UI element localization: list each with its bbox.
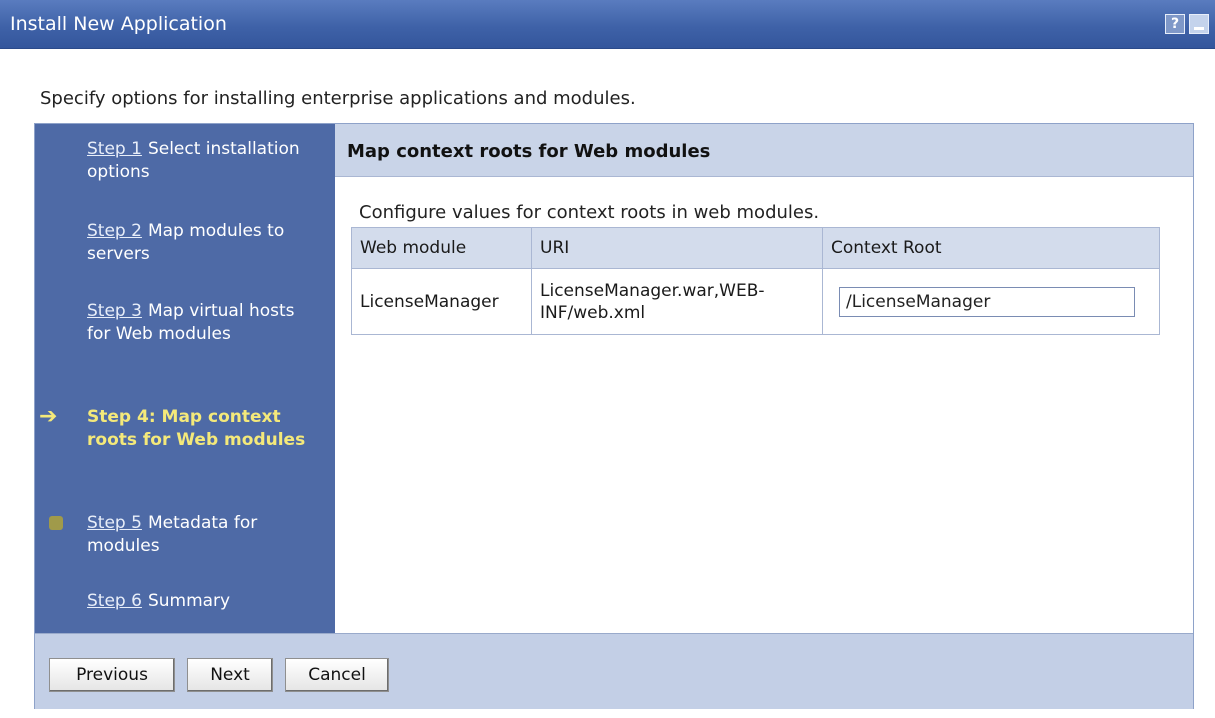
- step-2[interactable]: Step 2 Map modules to servers: [87, 220, 323, 266]
- uri-text: LicenseManager.war,WEB-INF/web.xml: [540, 280, 765, 323]
- step-4-current: Step 4: Map context roots for Web module…: [87, 407, 306, 450]
- step-6[interactable]: Step 6 Summary: [87, 590, 323, 613]
- minimize-icon[interactable]: [1189, 14, 1209, 34]
- window-title: Install New Application: [10, 13, 227, 35]
- content-heading: Map context roots for Web modules: [347, 141, 711, 162]
- column-header-web-module: Web module: [351, 227, 532, 269]
- step-2-link[interactable]: Step 2: [87, 221, 142, 241]
- install-wizard: Step 1 Select installation options Step 2…: [34, 123, 1194, 709]
- cancel-button[interactable]: Cancel: [285, 658, 389, 692]
- next-button[interactable]: Next: [187, 658, 273, 692]
- column-header-context-root: Context Root: [822, 227, 1160, 269]
- step-5-link[interactable]: Step 5: [87, 513, 142, 533]
- column-header-uri: URI: [531, 227, 823, 269]
- cell-uri: LicenseManager.war,WEB-INF/web.xml: [531, 268, 823, 335]
- cell-context-root: [822, 268, 1160, 335]
- status-bullet-icon: [49, 516, 63, 530]
- step-3[interactable]: Step 3 Map virtual hosts for Web modules: [87, 300, 323, 346]
- step-1[interactable]: Step 1 Select installation options: [87, 138, 323, 184]
- table-row: LicenseManager LicenseManager.war,WEB-IN…: [351, 268, 1160, 335]
- step-1-link[interactable]: Step 1: [87, 139, 142, 159]
- context-root-table: Web module URI Context Root LicenseManag…: [351, 227, 1160, 335]
- content-heading-bar: Map context roots for Web modules: [335, 124, 1193, 177]
- help-icon[interactable]: ?: [1165, 14, 1185, 34]
- previous-button[interactable]: Previous: [49, 658, 175, 692]
- content-subtitle: Configure values for context roots in we…: [359, 202, 820, 223]
- step-5[interactable]: Step 5 Metadata for modules: [87, 512, 323, 558]
- intro-text: Specify options for installing enterpris…: [40, 88, 636, 109]
- step-6-link[interactable]: Step 6: [87, 591, 142, 611]
- context-root-input[interactable]: [839, 286, 1135, 317]
- step-3-link[interactable]: Step 3: [87, 301, 142, 321]
- cell-web-module: LicenseManager: [351, 268, 532, 335]
- arrow-right-icon: ➔: [39, 404, 58, 429]
- content-panel: Map context roots for Web modules Config…: [335, 124, 1193, 633]
- window-titlebar: Install New Application ?: [0, 0, 1215, 49]
- steps-panel: Step 1 Select installation options Step 2…: [35, 124, 335, 633]
- step-6-label: Summary: [147, 591, 231, 611]
- table-header-row: Web module URI Context Root: [351, 227, 1160, 269]
- wizard-footer: Previous Next Cancel: [35, 633, 1193, 709]
